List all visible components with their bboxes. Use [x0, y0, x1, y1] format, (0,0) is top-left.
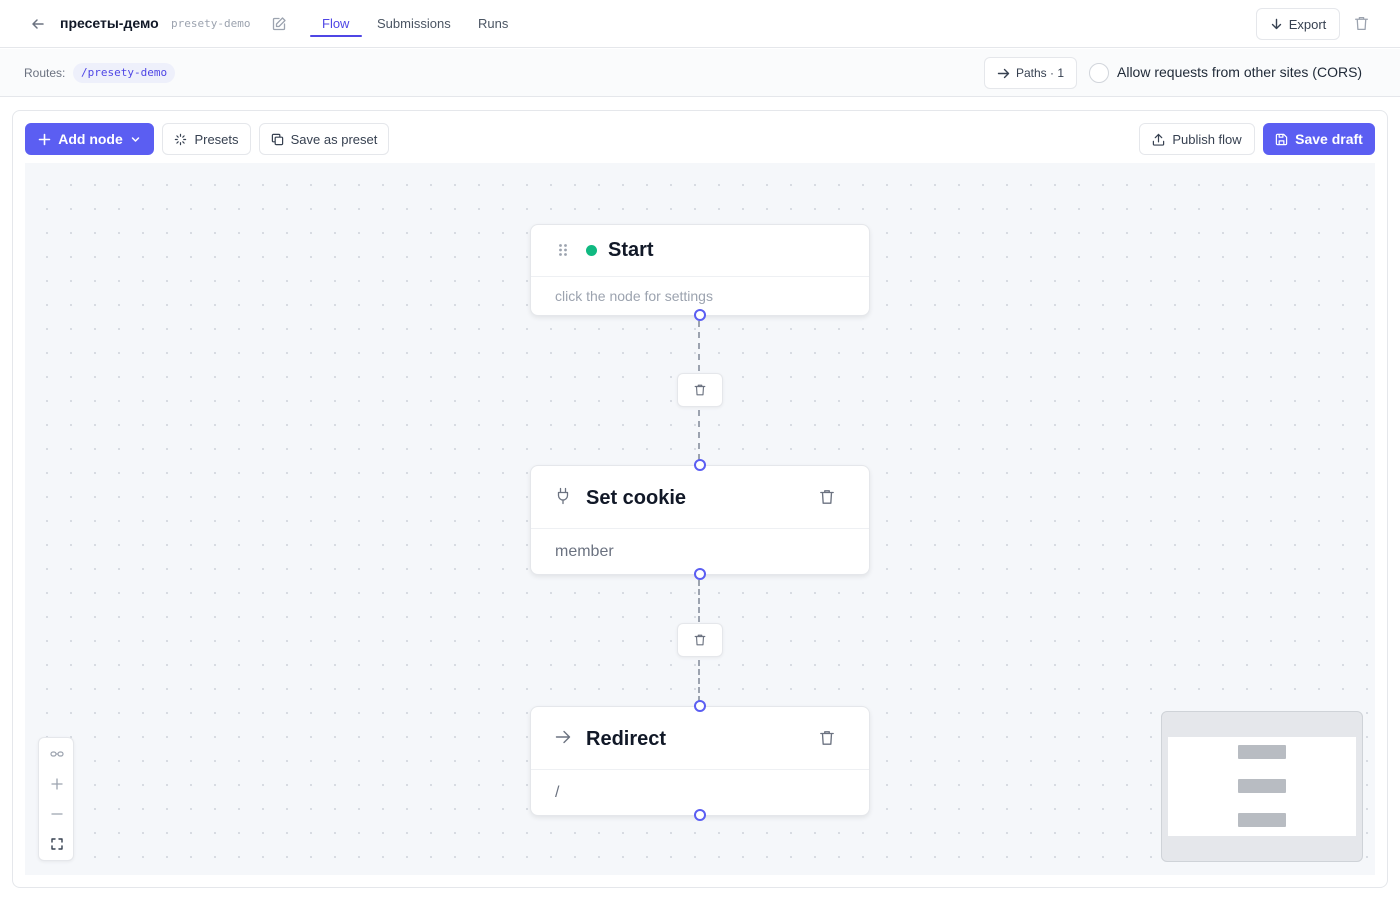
chevron-down-icon: [130, 134, 141, 145]
presets-button[interactable]: Presets: [162, 123, 251, 155]
edge-setcookie-redirect-lower: [698, 660, 700, 702]
routes-bar: Routes: /presety-demo Paths · 1 Allow re…: [0, 49, 1400, 97]
tab-submissions[interactable]: Submissions: [377, 16, 451, 31]
node-delete-trash-icon[interactable]: [818, 729, 836, 747]
status-dot: [586, 245, 597, 256]
flow-slug: presety-demo: [171, 17, 251, 30]
arrow-right-icon: [555, 729, 572, 745]
tab-active-indicator: [310, 35, 362, 37]
save-as-preset-button[interactable]: Save as preset: [259, 123, 389, 155]
paths-button[interactable]: Paths · 1: [984, 57, 1077, 89]
save-draft-button[interactable]: Save draft: [1263, 123, 1375, 155]
arrow-right-icon: [997, 67, 1010, 80]
edge-start-setcookie-lower: [698, 410, 700, 460]
publish-flow-label: Publish flow: [1172, 131, 1242, 147]
minimap[interactable]: [1161, 711, 1363, 862]
trash-icon: [693, 633, 707, 647]
edit-icon[interactable]: [271, 16, 287, 32]
routes-label: Routes:: [24, 66, 66, 80]
delete-flow-trash-icon[interactable]: [1353, 15, 1370, 32]
node-title: Redirect: [586, 728, 667, 750]
add-node-button[interactable]: Add node: [25, 123, 154, 155]
node-set-cookie[interactable]: Set cookie member: [530, 465, 870, 575]
upload-icon: [1152, 133, 1165, 146]
save-icon: [1275, 133, 1288, 146]
edge-delete-button[interactable]: [677, 623, 723, 657]
node-subtitle: member: [555, 543, 614, 560]
route-chip[interactable]: /presety-demo: [73, 63, 176, 83]
trash-icon: [693, 383, 707, 397]
node-title: Start: [608, 239, 654, 261]
node-redirect[interactable]: Redirect /: [530, 706, 870, 816]
drag-handle-icon[interactable]: [558, 243, 568, 257]
node-header: Start: [531, 225, 869, 277]
plus-icon: [38, 133, 51, 146]
loader-icon: [174, 133, 187, 146]
minimap-node: [1238, 745, 1286, 759]
node-input-handle[interactable]: [694, 459, 706, 471]
fit-view-icon[interactable]: [39, 829, 75, 859]
cors-label: Allow requests from other sites (CORS): [1117, 64, 1363, 80]
zoom-out-icon[interactable]: [39, 799, 75, 829]
export-button[interactable]: Export: [1256, 8, 1340, 40]
node-start[interactable]: Start click the node for settings: [530, 224, 870, 316]
download-icon: [1270, 18, 1283, 31]
cors-checkbox[interactable]: [1089, 63, 1109, 83]
node-header: Set cookie: [531, 466, 869, 529]
export-label: Export: [1288, 16, 1327, 32]
save-draft-label: Save draft: [1295, 131, 1363, 147]
edge-start-setcookie-upper: [698, 321, 700, 371]
zoom-in-icon[interactable]: [39, 769, 75, 799]
node-header: Redirect: [531, 707, 869, 770]
node-output-handle[interactable]: [694, 809, 706, 821]
node-input-handle[interactable]: [694, 700, 706, 712]
edge-setcookie-redirect-upper: [698, 580, 700, 622]
publish-flow-button[interactable]: Publish flow: [1139, 123, 1255, 155]
add-node-label: Add node: [58, 131, 123, 147]
node-title: Set cookie: [586, 487, 687, 509]
link-icon[interactable]: [39, 739, 75, 769]
node-subtitle: click the node for settings: [555, 288, 713, 304]
plug-icon: [555, 487, 571, 505]
node-output-handle[interactable]: [694, 568, 706, 580]
back-arrow-icon[interactable]: [28, 14, 48, 34]
top-bar: пресеты-демо presety-demo Flow Submissio…: [0, 0, 1400, 48]
edge-delete-button[interactable]: [677, 373, 723, 407]
node-subtitle: /: [555, 784, 560, 801]
save-as-preset-label: Save as preset: [290, 131, 378, 147]
tab-flow[interactable]: Flow: [322, 16, 349, 31]
minimap-node: [1238, 779, 1286, 793]
minimap-viewport: [1168, 737, 1356, 836]
flow-title: пресеты-демо: [60, 15, 159, 31]
minimap-node: [1238, 813, 1286, 827]
tab-runs[interactable]: Runs: [478, 16, 508, 31]
presets-label: Presets: [194, 131, 239, 147]
node-delete-trash-icon[interactable]: [818, 488, 836, 506]
copy-icon: [271, 133, 284, 146]
zoom-controls: [38, 737, 74, 861]
paths-label: Paths · 1: [1015, 66, 1065, 80]
node-output-handle[interactable]: [694, 309, 706, 321]
